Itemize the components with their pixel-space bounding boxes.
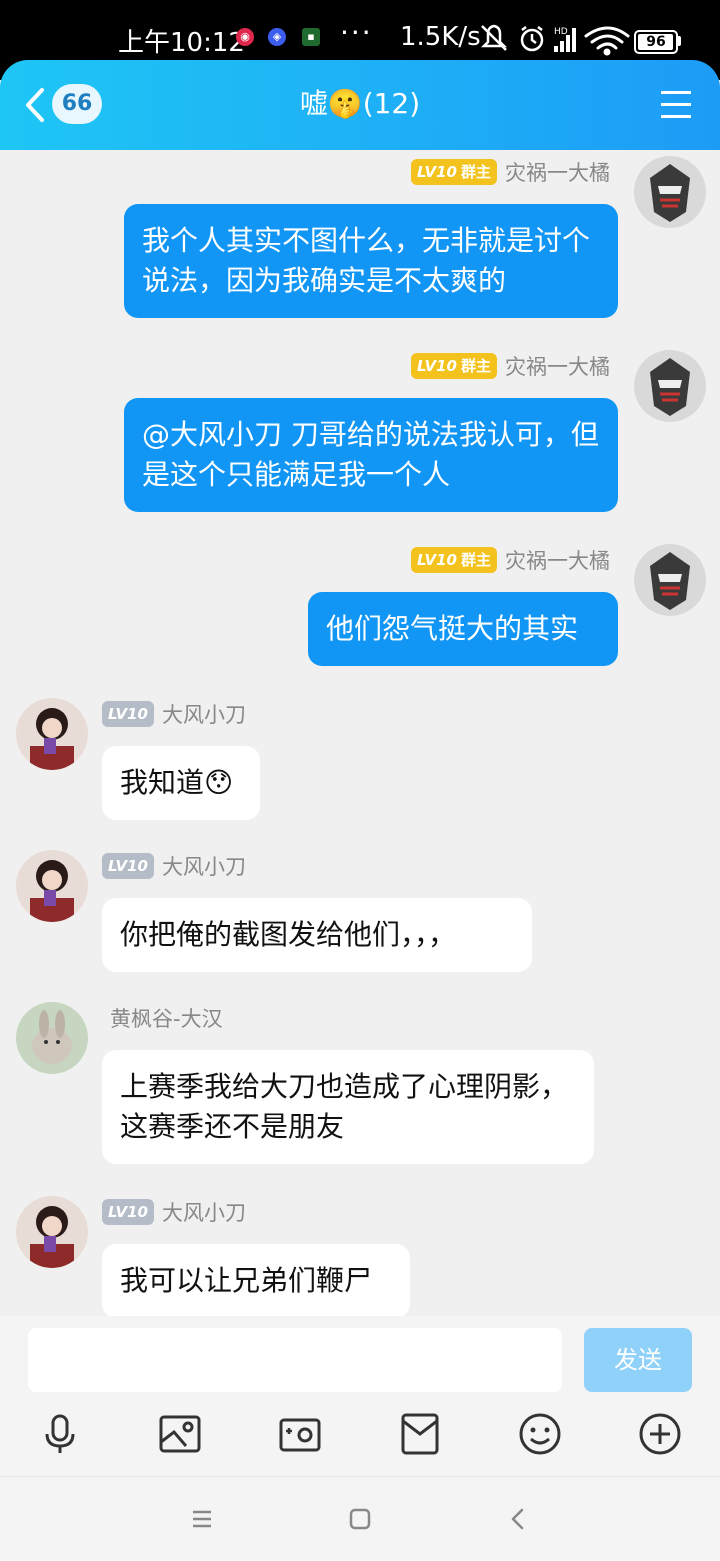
- send-button[interactable]: 发送: [584, 1328, 692, 1392]
- message-bubble[interactable]: 你把俺的截图发给他们，，，: [102, 898, 532, 972]
- sender-nickname[interactable]: 大风小刀: [162, 699, 246, 729]
- home-square-icon[interactable]: [346, 1505, 374, 1533]
- signal-icon: HD: [554, 27, 576, 52]
- file-icon[interactable]: [398, 1412, 442, 1456]
- message-bubble[interactable]: 我个人其实不图什么，无非就是讨个说法，因为我确实是不太爽的: [124, 204, 618, 318]
- message-bubble[interactable]: 他们怨气挺大的其实: [308, 592, 618, 666]
- camera-icon[interactable]: [278, 1412, 322, 1456]
- notification-app-icon: ▪: [302, 28, 320, 46]
- input-bar: 发送: [0, 1316, 720, 1476]
- message-bubble[interactable]: 我知道😯: [102, 746, 260, 820]
- message-meta: LV10 群主 灾祸一大橘: [411, 546, 610, 574]
- message-meta: 黄枫谷-大汉: [110, 1004, 223, 1032]
- message-list[interactable]: LV10 群主 灾祸一大橘 我个人其实不图什么，无非就是讨个说法，因为我确实是不太…: [0, 150, 720, 1316]
- message-meta: LV10 群主 灾祸一大橘: [411, 158, 610, 186]
- microphone-icon[interactable]: [38, 1412, 82, 1456]
- message-incoming: LV10 大风小刀 我可以让兄弟们鞭尸: [0, 1190, 720, 1316]
- plus-icon[interactable]: [638, 1412, 682, 1456]
- status-icons: HD: [480, 24, 630, 56]
- network-speed: 1.5K/s: [400, 22, 481, 52]
- avatar[interactable]: [16, 1196, 88, 1268]
- message-bubble[interactable]: 我可以让兄弟们鞭尸: [102, 1244, 410, 1316]
- avatar[interactable]: [634, 544, 706, 616]
- message-meta: LV10 群主 灾祸一大橘: [411, 352, 610, 380]
- message-input[interactable]: [28, 1328, 562, 1392]
- battery-icon: 96: [634, 30, 678, 54]
- level-badge: LV10: [102, 1199, 154, 1225]
- message-outgoing: LV10 群主 灾祸一大橘 @大风小刀 刀哥给的说法我认可，但是这个只能满足我一个…: [0, 344, 720, 524]
- message-meta: LV10 大风小刀: [102, 700, 246, 728]
- sender-nickname[interactable]: 大风小刀: [162, 851, 246, 881]
- message-meta: LV10 大风小刀: [102, 1198, 246, 1226]
- menu-lines-icon[interactable]: [188, 1505, 216, 1533]
- status-time: 上午10:12: [118, 28, 245, 58]
- message-bubble[interactable]: @大风小刀 刀哥给的说法我认可，但是这个只能满足我一个人: [124, 398, 618, 512]
- sender-nickname[interactable]: 灾祸一大橘: [505, 157, 610, 187]
- message-outgoing: LV10 群主 灾祸一大橘 他们怨气挺大的其实: [0, 538, 720, 668]
- message-meta: LV10 大风小刀: [102, 852, 246, 880]
- avatar[interactable]: [634, 350, 706, 422]
- avatar[interactable]: [16, 1002, 88, 1074]
- notification-app-icon: ◉: [236, 28, 254, 46]
- avatar[interactable]: [634, 156, 706, 228]
- level-badge: LV10 群主: [411, 547, 497, 573]
- message-incoming: LV10 大风小刀 你把俺的截图发给他们，，，: [0, 844, 720, 974]
- avatar[interactable]: [16, 850, 88, 922]
- wifi-icon: [584, 26, 630, 56]
- level-badge: LV10 群主: [411, 159, 497, 185]
- message-incoming: 黄枫谷-大汉 上赛季我给大刀也造成了心理阴影，这赛季还不是朋友: [0, 996, 720, 1176]
- group-title: 嘘🤫(12): [299, 87, 421, 120]
- avatar[interactable]: [16, 698, 88, 770]
- hamburger-menu-icon: [661, 91, 691, 118]
- mute-bell-icon: [480, 24, 508, 51]
- alarm-icon: [520, 26, 544, 52]
- svg-text:HD: HD: [554, 27, 568, 37]
- message-bubble[interactable]: 上赛季我给大刀也造成了心理阴影，这赛季还不是朋友: [102, 1050, 594, 1164]
- level-badge: LV10: [102, 701, 154, 727]
- back-chevron-icon[interactable]: [504, 1505, 532, 1533]
- battery-percent: 96: [646, 34, 666, 50]
- sender-nickname[interactable]: 灾祸一大橘: [505, 351, 610, 381]
- message-incoming: LV10 大风小刀 我知道😯: [0, 692, 720, 822]
- battery-cap: [677, 36, 681, 46]
- emoji-icon[interactable]: [518, 1412, 562, 1456]
- level-badge: LV10: [102, 853, 154, 879]
- message-outgoing: LV10 群主 灾祸一大橘 我个人其实不图什么，无非就是讨个说法，因为我确实是不太…: [0, 150, 720, 330]
- image-icon[interactable]: [158, 1412, 202, 1456]
- sender-nickname[interactable]: 黄枫谷-大汉: [110, 1003, 223, 1033]
- level-badge: LV10 群主: [411, 353, 497, 379]
- menu-button[interactable]: [660, 88, 692, 122]
- sender-nickname[interactable]: 灾祸一大橘: [505, 545, 610, 575]
- chat-header: 66 嘘🤫(12): [0, 60, 720, 150]
- sender-nickname[interactable]: 大风小刀: [162, 1197, 246, 1227]
- notification-app-icon: ◈: [268, 28, 286, 46]
- more-notifications-icon: ···: [340, 16, 373, 49]
- system-nav-bar: [0, 1476, 720, 1561]
